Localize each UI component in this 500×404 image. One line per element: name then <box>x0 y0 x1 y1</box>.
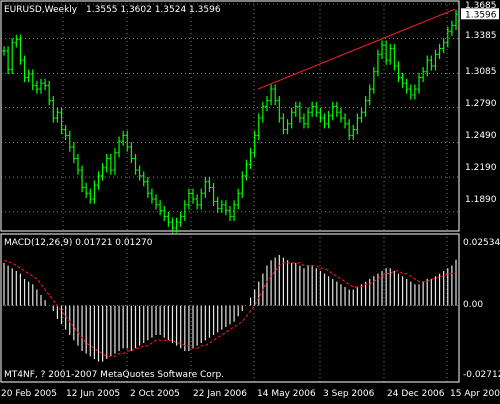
date-label: 2 Oct 2005 <box>130 389 180 399</box>
date-label: 24 Dec 2006 <box>387 389 445 399</box>
price-label: 1.3385 <box>465 31 497 41</box>
macd-axis: 0.02534 0.00 -0.02712 <box>463 238 500 380</box>
date-label: 22 Jan 2006 <box>193 389 247 399</box>
price-label: 1.3085 <box>465 67 497 77</box>
macd-axis-label: 0.00 <box>463 300 483 310</box>
time-axis: 20 Feb 2005 12 Jun 2005 2 Oct 2005 22 Ja… <box>1 389 500 399</box>
price-label: 1.2190 <box>465 163 497 173</box>
macd-axis-label: 0.02534 <box>463 238 500 248</box>
price-axis: 1.3685 1.3385 1.3085 1.2790 1.2490 1.219… <box>465 1 497 205</box>
price-label: 1.2790 <box>465 99 497 109</box>
ohlc-values: 1.3555 1.3602 1.3524 1.3596 <box>86 5 221 15</box>
date-label: 12 Jun 2005 <box>66 389 120 399</box>
chart-window[interactable]: EURUSD,Weekly 1.3555 1.3602 1.3524 1.359… <box>0 0 500 400</box>
date-label: 3 Sep 2006 <box>323 389 375 399</box>
date-label: 20 Feb 2005 <box>1 389 57 399</box>
price-label: 1.1890 <box>465 195 497 205</box>
macd-axis-label: -0.02712 <box>463 370 500 380</box>
date-label: 15 Apr 2007 <box>450 389 500 399</box>
current-price-text: 1.3596 <box>465 10 497 20</box>
copyright-text: MT4NF, ? 2001-2007 MetaQuotes Software C… <box>4 370 224 380</box>
price-label: 1.2490 <box>465 131 497 141</box>
symbol-label: EURUSD,Weekly <box>4 5 78 15</box>
macd-title: MACD(12,26,9) 0.01721 0.01270 <box>4 238 153 248</box>
chart-canvas[interactable]: EURUSD,Weekly 1.3555 1.3602 1.3524 1.359… <box>0 0 500 400</box>
date-label: 14 May 2006 <box>257 389 316 399</box>
